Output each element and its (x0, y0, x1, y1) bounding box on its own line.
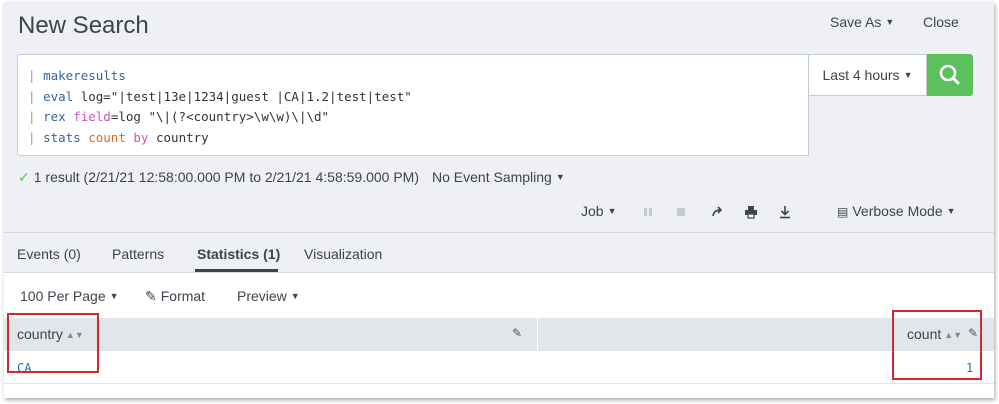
format-label: Format (160, 288, 206, 304)
tab-statistics[interactable]: Statistics (1) (197, 246, 280, 262)
preview-label: Preview (237, 288, 287, 304)
time-range-picker[interactable]: Last 4 hours ▼ (809, 54, 927, 96)
tab-patterns[interactable]: Patterns (112, 246, 164, 262)
share-icon[interactable] (710, 205, 724, 219)
search-page: New Search Save As ▼ Close | makeresults … (4, 2, 994, 398)
job-menu[interactable]: Job ▼ (581, 203, 617, 219)
pipe-symbol: | (28, 129, 36, 145)
per-page-label: 100 Per Page (20, 288, 106, 304)
column-header-label: count (907, 326, 942, 342)
chevron-down-icon: ▼ (607, 206, 617, 216)
chevron-down-icon: ▼ (885, 17, 895, 27)
query-function: count (88, 129, 126, 145)
query-line: | makeresults (28, 66, 798, 87)
query-keyword: by (133, 129, 149, 145)
query-line: | eval log="|test|13e|1234|guest |CA|1.2… (28, 87, 798, 108)
table-header: country ▲▼ ✎ count ▲▼ ✎ (4, 318, 994, 351)
pipe-symbol: | (28, 109, 36, 124)
table-row: CA 1 (4, 351, 994, 384)
search-mode-label: Verbose Mode (852, 203, 943, 219)
chevron-down-icon: ▼ (109, 291, 119, 301)
format-button[interactable]: ✎ Format (145, 288, 205, 305)
result-summary-text: 1 result (2/21/21 12:58:00.000 PM to 2/2… (33, 169, 419, 185)
edit-column-icon[interactable]: ✎ (968, 326, 978, 340)
query-keyword: field (73, 109, 111, 124)
query-line: | stats count by country (28, 128, 798, 149)
search-icon (939, 64, 960, 85)
job-label: Job (581, 203, 604, 219)
results-tabs: Events (0) Patterns Statistics (1) Visua… (4, 232, 994, 272)
check-icon: ✓ (18, 169, 30, 185)
search-button[interactable] (927, 54, 973, 96)
page-title: New Search (18, 12, 149, 39)
table-cell-country[interactable]: CA (17, 361, 31, 375)
edit-column-icon[interactable]: ✎ (512, 326, 522, 340)
event-sampling-dropdown[interactable]: No Event Sampling ▼ (432, 169, 565, 185)
chevron-down-icon: ▼ (290, 291, 300, 301)
save-as-button[interactable]: Save As ▼ (830, 14, 894, 30)
query-command: eval (43, 88, 74, 104)
table-cell-count[interactable]: 1 (966, 361, 973, 375)
query-command: stats (43, 129, 81, 145)
pencil-icon: ✎ (145, 288, 157, 304)
print-icon[interactable] (744, 205, 758, 219)
query-args: country (148, 129, 209, 145)
query-args: =log "\|(?<country>\w\w)\|\d" (110, 109, 330, 124)
column-divider (537, 318, 538, 351)
export-icon[interactable] (778, 205, 792, 219)
query-args: log="|test|13e|1234|guest |CA|1.2|test|t… (73, 88, 412, 104)
search-mode-dropdown[interactable]: ▤ Verbose Mode ▼ (837, 203, 956, 219)
pause-icon[interactable] (641, 205, 655, 219)
column-header-count[interactable]: count ▲▼ (907, 326, 962, 342)
column-header-label: country (17, 326, 63, 342)
chevron-down-icon: ▼ (555, 172, 565, 182)
result-summary: ✓ 1 result (2/21/21 12:58:00.000 PM to 2/… (18, 169, 419, 186)
chevron-down-icon: ▼ (946, 206, 956, 216)
query-command: rex (43, 109, 66, 124)
close-button[interactable]: Close (923, 14, 959, 30)
per-page-dropdown[interactable]: 100 Per Page ▼ (20, 288, 119, 304)
column-header-country[interactable]: country ▲▼ (17, 326, 84, 342)
mode-icon: ▤ (837, 205, 849, 219)
sort-icon[interactable]: ▲▼ (66, 330, 84, 340)
pipe-symbol: | (28, 88, 36, 104)
preview-dropdown[interactable]: Preview ▼ (237, 288, 300, 304)
tab-events[interactable]: Events (0) (17, 246, 81, 262)
pipe-symbol: | (28, 68, 36, 83)
chevron-down-icon: ▼ (903, 70, 913, 80)
event-sampling-label: No Event Sampling (432, 169, 552, 185)
time-range-label: Last 4 hours (822, 67, 900, 83)
search-query-editor[interactable]: | makeresults | eval log="|test|13e|1234… (17, 54, 809, 156)
sort-icon[interactable]: ▲▼ (944, 330, 962, 340)
query-line: | rex field=log "\|(?<country>\w\w)\|\d" (28, 107, 798, 128)
stop-icon[interactable] (674, 205, 688, 219)
save-as-label: Save As (830, 14, 882, 30)
tab-visualization[interactable]: Visualization (304, 246, 382, 262)
query-command: makeresults (43, 68, 126, 83)
results-panel: 100 Per Page ▼ ✎ Format Preview ▼ country ▲▼… (4, 272, 994, 398)
